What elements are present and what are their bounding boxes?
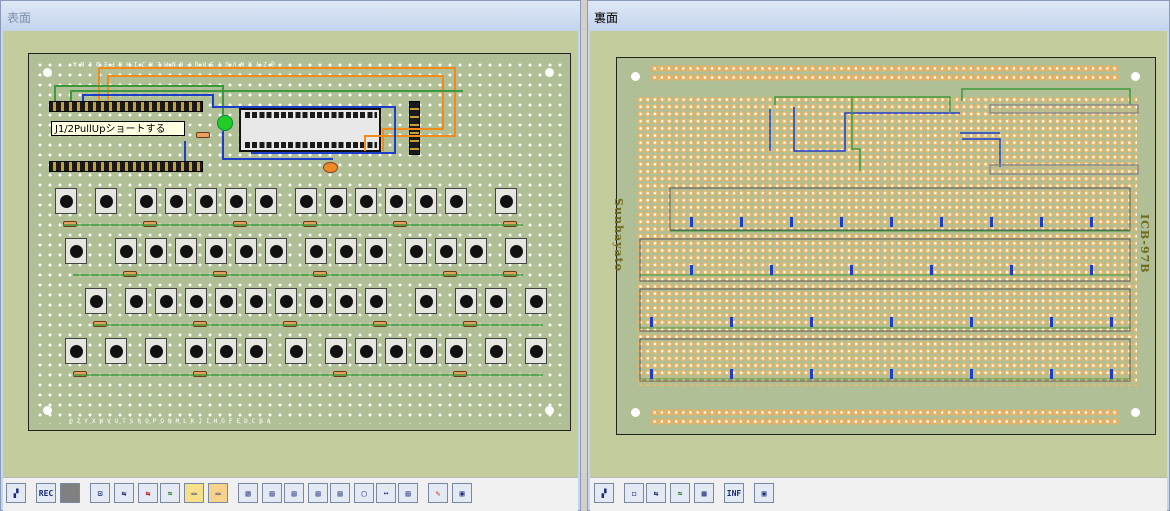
back-view-window: 裏面 Sunhayato ICB-97B ▞ ◻ ⇆ ≈ ▦ INF ▣ xyxy=(587,0,1170,511)
layer-6-icon[interactable]: ⋯ xyxy=(376,483,396,503)
layer-icon[interactable]: ▦ xyxy=(694,483,714,503)
layer-3-icon[interactable]: ▤ xyxy=(308,483,328,503)
layer-5-icon[interactable]: ▢ xyxy=(354,483,374,503)
wire-icon[interactable]: ⇆ xyxy=(646,483,666,503)
layer-7-icon[interactable]: ▤ xyxy=(398,483,418,503)
select-icon[interactable]: ▞ xyxy=(594,483,614,503)
pointer-icon[interactable]: ◻ xyxy=(624,483,644,503)
front-view-title: 表面 xyxy=(7,11,32,25)
wire-green-icon[interactable]: ≈ xyxy=(670,483,690,503)
wire-red-icon[interactable]: ⇆ xyxy=(138,483,158,503)
wire-green xyxy=(961,88,1131,105)
wire-gray xyxy=(989,104,1139,114)
front-view-titlebar[interactable]: 表面 xyxy=(1,1,580,31)
wire-gray xyxy=(989,164,1139,175)
wire-green xyxy=(851,97,861,171)
wire-blue xyxy=(793,107,960,152)
pen-icon[interactable]: ✎ xyxy=(428,483,448,503)
view-icon[interactable]: ▣ xyxy=(754,483,774,503)
info-icon[interactable]: INF xyxy=(724,483,744,503)
pad-yellow-icon[interactable]: ▭ xyxy=(184,483,204,503)
grid-icon[interactable]: ▧ xyxy=(238,483,258,503)
back-wires xyxy=(639,88,1139,382)
front-view-window: 表面 @ZYXWVUTSRQPONMLKJIHGFEDCBA @ZYXWVUTS… xyxy=(0,0,581,511)
stop-button[interactable] xyxy=(60,483,80,503)
wire-green xyxy=(774,96,951,113)
view-icon[interactable]: ▣ xyxy=(452,483,472,503)
pad-orange-icon[interactable]: ▭ xyxy=(208,483,228,503)
wire-blue xyxy=(960,132,1001,167)
back-view-canvas[interactable]: Sunhayato ICB-97B xyxy=(590,31,1167,477)
rec-button[interactable]: REC xyxy=(36,483,56,503)
wire-green-icon[interactable]: ≈ xyxy=(160,483,180,503)
front-switch-wires xyxy=(63,224,543,376)
back-toolbar: ▞ ◻ ⇆ ≈ ▦ INF ▣ xyxy=(590,477,1167,511)
back-view-titlebar[interactable]: 裏面 xyxy=(588,1,1169,31)
part-icon[interactable]: ⊡ xyxy=(90,483,110,503)
layer-2-icon[interactable]: ▤ xyxy=(284,483,304,503)
front-view-canvas[interactable]: @ZYXWVUTSRQPONMLKJIHGFEDCBA @ZYXWVUTSRQP… xyxy=(3,31,578,477)
front-toolbar: ▞ REC ⊡ ⇆ ⇆ ≈ ▭ ▭ ▧ ▤ ▤ ▤ ▤ ▢ ⋯ ▤ ✎ ▣ xyxy=(3,477,578,511)
select-icon[interactable]: ▞ xyxy=(6,483,26,503)
layer-4-icon[interactable]: ▤ xyxy=(330,483,350,503)
back-view-title: 裏面 xyxy=(594,11,619,25)
wire-blue-icon[interactable]: ⇆ xyxy=(114,483,134,503)
layer-1-icon[interactable]: ▤ xyxy=(262,483,282,503)
